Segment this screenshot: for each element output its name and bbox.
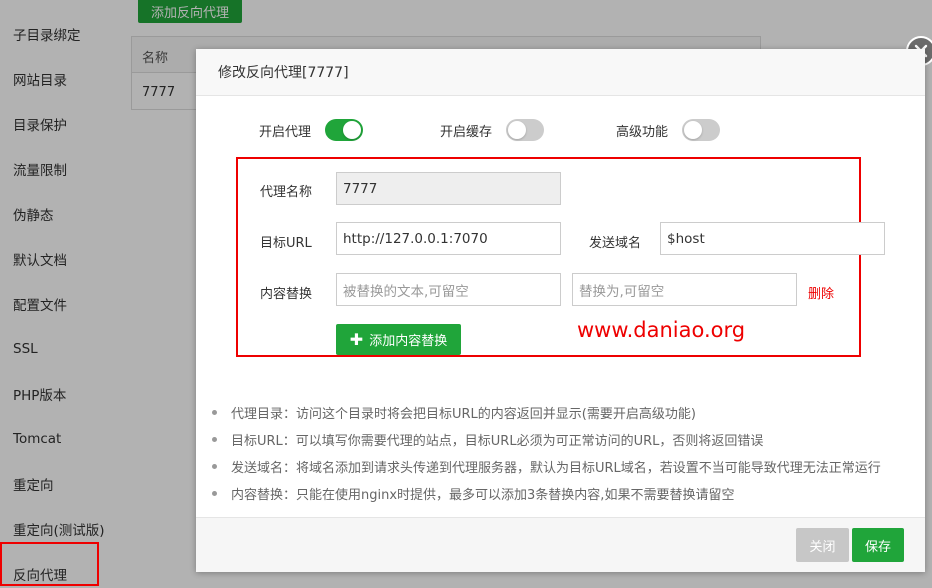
bullet-icon (212, 410, 217, 415)
list-item: 代理目录：访问这个目录时将会把目标URL的内容返回并显示(需要开启高级功能) (212, 399, 922, 426)
replace-to-input[interactable]: 替换为,可留空 (572, 273, 797, 306)
toggle-advanced-label: 高级功能 (616, 124, 669, 140)
bullet-icon (212, 437, 217, 442)
send-domain-field[interactable]: $host (660, 222, 885, 255)
toggle-knob (508, 121, 527, 139)
bullet-icon (212, 491, 217, 496)
tip-text: 目标URL：可以填写你需要代理的站点，目标URL必须为可正常访问的URL，否则将… (231, 434, 764, 449)
tip-text: 内容替换：只能在使用nginx时提供，最多可以添加3条替换内容,如果不需要替换请… (231, 488, 735, 503)
send-domain-label: 发送域名 (589, 236, 642, 251)
bullet-icon (212, 464, 217, 469)
list-item: 目标URL：可以填写你需要代理的站点，目标URL必须为可正常访问的URL，否则将… (212, 426, 922, 453)
toggle-knob (343, 121, 362, 139)
toggle-advanced-row: 高级功能 (616, 119, 721, 141)
toggle-enable-cache-row: 开启缓存 (440, 119, 545, 141)
proxy-name-field: 7777 (336, 172, 561, 205)
tip-text: 发送域名：将域名添加到请求头传递到代理服务器，默认为目标URL域名，若设置不当可… (231, 461, 881, 476)
delete-replace-link[interactable]: 删除 (808, 283, 834, 302)
list-item: 发送域名：将域名添加到请求头传递到代理服务器，默认为目标URL域名，若设置不当可… (212, 453, 922, 480)
watermark-text: www.daniao.org (577, 318, 746, 342)
close-button[interactable]: 关闭 (796, 528, 849, 562)
dialog-footer: 关闭 保存 (196, 517, 925, 572)
dialog-title: 修改反向代理[7777] (196, 49, 925, 96)
toggle-enable-proxy-label: 开启代理 (259, 124, 312, 140)
content-replace-label: 内容替换 (260, 287, 313, 302)
add-content-replace-button[interactable]: ✚ 添加内容替换 (336, 324, 461, 355)
save-button[interactable]: 保存 (852, 528, 904, 562)
toggle-enable-proxy-row: 开启代理 (259, 119, 364, 141)
annotation-highlight-box (0, 542, 99, 586)
target-url-field[interactable]: http://127.0.0.1:7070 (336, 222, 561, 255)
toggle-advanced[interactable] (682, 119, 721, 141)
tip-text: 代理目录：访问这个目录时将会把目标URL的内容返回并显示(需要开启高级功能) (231, 407, 696, 422)
list-item: 内容替换：只能在使用nginx时提供，最多可以添加3条替换内容,如果不需要替换请… (212, 480, 922, 507)
plus-icon: ✚ (349, 330, 364, 349)
toggle-knob (684, 121, 703, 139)
target-url-label: 目标URL (260, 236, 312, 251)
replace-from-input[interactable]: 被替换的文本,可留空 (336, 273, 561, 306)
edit-proxy-dialog: 修改反向代理[7777] 开启代理 开启缓存 高级功能 代理名称 7777 目标… (196, 49, 925, 572)
toggle-enable-cache-label: 开启缓存 (440, 124, 493, 140)
toggle-enable-cache[interactable] (506, 119, 545, 141)
add-content-replace-label: 添加内容替换 (369, 334, 448, 349)
help-tips: 代理目录：访问这个目录时将会把目标URL的内容返回并显示(需要开启高级功能) 目… (212, 399, 922, 507)
proxy-name-label: 代理名称 (260, 185, 313, 200)
toggle-enable-proxy[interactable] (325, 119, 364, 141)
